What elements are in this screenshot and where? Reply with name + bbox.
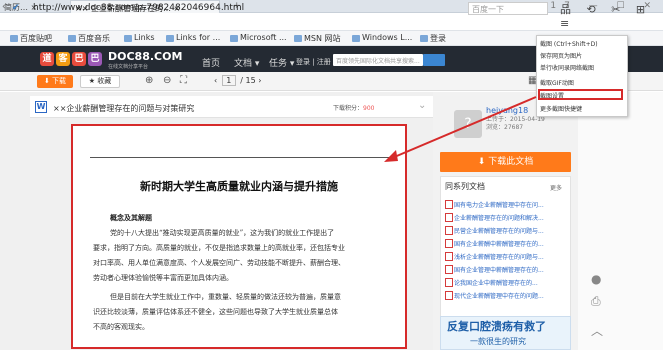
- login-link[interactable]: 登录 | 注册: [296, 57, 331, 67]
- bookmark-item[interactable]: Links: [124, 33, 155, 44]
- upload-date: 上传于：2015-04-19: [486, 116, 545, 123]
- download-score: 下载积分：900: [333, 103, 374, 112]
- page-navigator: ‹ 1 / 15 ›: [214, 75, 261, 86]
- doc-line: 要求，指明了方向。高质量的就业，不仅是指追求数量上的高就业率，还包括专业: [93, 244, 345, 252]
- site-name: DOC88.COM: [108, 50, 183, 63]
- doc-line: 不高的客观现实。: [93, 323, 149, 331]
- bookmark-item[interactable]: Microsoft ...: [230, 33, 287, 44]
- word-icon: W: [35, 101, 47, 113]
- page-input[interactable]: 1: [221, 75, 236, 86]
- logo-char: 道: [40, 52, 54, 66]
- ad-title: 反复口腔溃疡有救了: [447, 320, 546, 333]
- menu-item-shortcuts[interactable]: 更多截图快捷键: [540, 104, 582, 113]
- download-document-label: 下载此文档: [488, 157, 534, 167]
- nav-tasks[interactable]: 任务 ▾: [269, 56, 294, 69]
- zoom-out-icon[interactable]: ⊖: [163, 75, 171, 86]
- doc-line: 识还比较淡薄，质量评估体系还不健全，这些问题也导致了大学生就业质量总体: [93, 308, 338, 316]
- doc-heading: 新时期大学生高质量就业内涵与提升措施: [140, 180, 338, 193]
- nav-home[interactable]: 首页: [202, 56, 220, 69]
- back-icon[interactable]: ‹: [2, 2, 6, 12]
- bookmark-item[interactable]: 登录: [420, 33, 446, 44]
- bookmark-item[interactable]: Links for ...: [166, 33, 220, 44]
- avatar[interactable]: ?: [454, 110, 482, 138]
- download-button[interactable]: ⬇ 下载: [37, 75, 73, 88]
- related-doc-link[interactable]: 论我国企业中薪酬管理存在的...: [445, 278, 538, 287]
- nav-docs[interactable]: 文档 ▾: [234, 56, 259, 69]
- related-doc-link[interactable]: 企业薪酬管理存在的问题和解决...: [445, 213, 544, 222]
- uploader-name[interactable]: heiyang18: [486, 106, 528, 115]
- shield-icon: ✔: [12, 3, 20, 13]
- collect-label: 收藏: [97, 77, 112, 85]
- doc-line: 劳动者心理体验愉悦等丰富而更加具体内涵。: [93, 274, 233, 282]
- fullscreen-icon[interactable]: ⛶: [180, 75, 187, 86]
- download-icon: ⬇: [477, 157, 489, 167]
- site-logo[interactable]: 道客巴巴: [40, 52, 104, 66]
- score-label: 下载积分：: [333, 105, 364, 112]
- related-doc-link[interactable]: 民营企业薪酬管理存在的问题与...: [445, 226, 544, 235]
- divider: [90, 157, 390, 158]
- download-icon: ⬇: [43, 77, 53, 85]
- menu-item-save-page-image[interactable]: 保存网页为图片: [540, 51, 582, 60]
- bookmark-item[interactable]: MSN 网站: [294, 33, 341, 44]
- browser-tools-icons[interactable]: 品 ⟲ ✂ ⊞ ≡: [560, 1, 663, 30]
- prev-page-icon[interactable]: ‹: [214, 76, 217, 85]
- collect-button[interactable]: ★ 收藏: [80, 75, 120, 88]
- site-search-button[interactable]: [423, 54, 445, 66]
- bookmark-item[interactable]: 百度贴吧: [10, 33, 52, 44]
- view-count: 浏览：27687: [486, 124, 524, 131]
- doc-line: 但是目前在大学生就业工作中，重数量、轻质量的做法还较为普遍，质量意: [110, 293, 341, 301]
- site-search-input[interactable]: 百度领先国际化文档共享搜索...: [333, 54, 423, 66]
- site-slogan: 在线文档分享平台: [108, 64, 149, 70]
- menu-item-screenshot[interactable]: 截图 (Ctrl+Shift+D): [540, 39, 598, 48]
- doc-title: ××企业薪酬管理存在的问题与对策研究: [53, 104, 195, 113]
- logo-char: 巴: [88, 52, 102, 66]
- download-label: 下载: [52, 77, 67, 85]
- browser-search-input[interactable]: 百度一下: [468, 2, 548, 15]
- menu-item-gif[interactable]: 截取GIF动图: [540, 78, 574, 87]
- menu-selection-highlight: [538, 89, 623, 100]
- related-doc-link[interactable]: 国有企业管理中薪酬管理存在的...: [445, 265, 544, 274]
- related-more-link[interactable]: 更多: [550, 183, 562, 192]
- star-icon: ★: [88, 77, 98, 85]
- bookmark-item[interactable]: 百度音乐: [68, 33, 110, 44]
- related-doc-link[interactable]: 国有企业薪酬中薪酬管理存在的...: [445, 239, 544, 248]
- ad-subtitle: 一款很生的研究: [470, 337, 526, 346]
- score-value: 900: [363, 105, 375, 112]
- uploader-meta: 上传于：2015-04-19 浏览：27687: [486, 116, 545, 132]
- chat-icon[interactable]: ●: [591, 272, 601, 286]
- related-doc-link[interactable]: 浅析企业薪酬管理存在的问题与...: [445, 252, 544, 261]
- url-field[interactable]: http://www.doc88.com/p-7982482046964.htm…: [33, 3, 453, 15]
- bookmark-item[interactable]: Windows L...: [352, 33, 412, 44]
- logo-char: 巴: [72, 52, 86, 66]
- print-icon[interactable]: ⎙: [591, 294, 601, 309]
- page-total: / 15: [240, 76, 256, 85]
- related-title: 同系列文档: [445, 182, 485, 191]
- back-to-top-icon[interactable]: ︿: [591, 322, 603, 339]
- related-doc-link[interactable]: 国有电力企业薪酬管理中存在问...: [445, 200, 544, 209]
- next-page-icon[interactable]: ›: [258, 76, 261, 85]
- right-rail: [578, 92, 663, 350]
- doc-line: 党的十八大提出“推动实现更高质量的就业”，这为我们的就业工作提出了: [110, 229, 335, 237]
- download-document-button[interactable]: ⬇ 下载此文档: [440, 152, 571, 172]
- zoom-in-icon[interactable]: ⊕: [145, 75, 153, 86]
- logo-char: 客: [56, 52, 70, 66]
- related-doc-link[interactable]: 现代企业薪酬管理中存在的问题...: [445, 291, 544, 300]
- doc-line: 对口率高、用人单位满意度高、个人发展空间广、劳动技能不断提升、薪酬合理、: [93, 259, 345, 267]
- chevron-down-icon[interactable]: ⌄: [418, 100, 426, 111]
- menu-item-capture[interactable]: 单行收同录网络截图: [540, 63, 594, 72]
- doc-subheading: 概念及其解题: [110, 213, 152, 222]
